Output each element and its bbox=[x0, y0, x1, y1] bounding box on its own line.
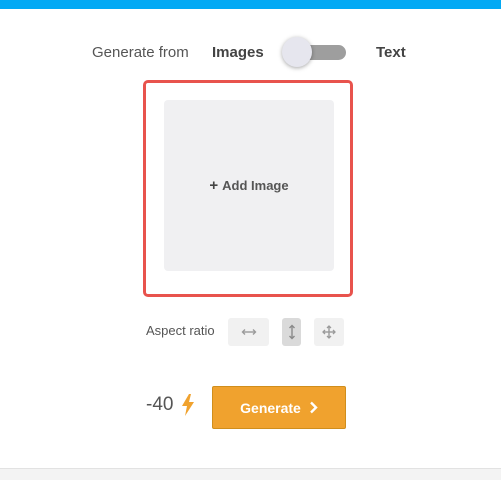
landscape-arrows-icon bbox=[241, 329, 256, 335]
add-image-label: Add Image bbox=[222, 178, 289, 193]
aspect-free-button[interactable] bbox=[314, 318, 344, 346]
lightning-bolt-icon bbox=[182, 394, 194, 416]
credit-cost: -40 bbox=[146, 394, 174, 415]
generate-button[interactable]: Generate bbox=[212, 386, 346, 429]
aspect-ratio-label: Aspect ratio bbox=[146, 323, 215, 338]
aspect-landscape-button[interactable] bbox=[228, 318, 269, 346]
portrait-arrows-icon bbox=[288, 324, 295, 340]
toggle-knob bbox=[282, 37, 312, 67]
aspect-ratio-row: Aspect ratio bbox=[0, 318, 501, 346]
bottom-divider bbox=[0, 468, 501, 480]
aspect-portrait-button[interactable] bbox=[282, 318, 301, 346]
generate-button-label: Generate bbox=[240, 399, 301, 416]
free-arrows-icon bbox=[322, 325, 336, 339]
upload-highlight-frame: + Add Image bbox=[143, 80, 353, 297]
generate-from-label: Generate from bbox=[92, 44, 189, 61]
option-text-label[interactable]: Text bbox=[376, 44, 406, 61]
chevron-right-icon bbox=[309, 401, 318, 414]
source-toggle[interactable] bbox=[282, 37, 348, 68]
plus-icon: + bbox=[209, 177, 219, 194]
option-images-label[interactable]: Images bbox=[212, 44, 264, 61]
add-image-button[interactable]: + Add Image bbox=[209, 178, 288, 193]
add-image-dropzone[interactable]: + Add Image bbox=[164, 100, 334, 271]
top-accent-bar bbox=[0, 0, 501, 9]
generate-from-row: Generate from Images Text bbox=[0, 37, 501, 68]
